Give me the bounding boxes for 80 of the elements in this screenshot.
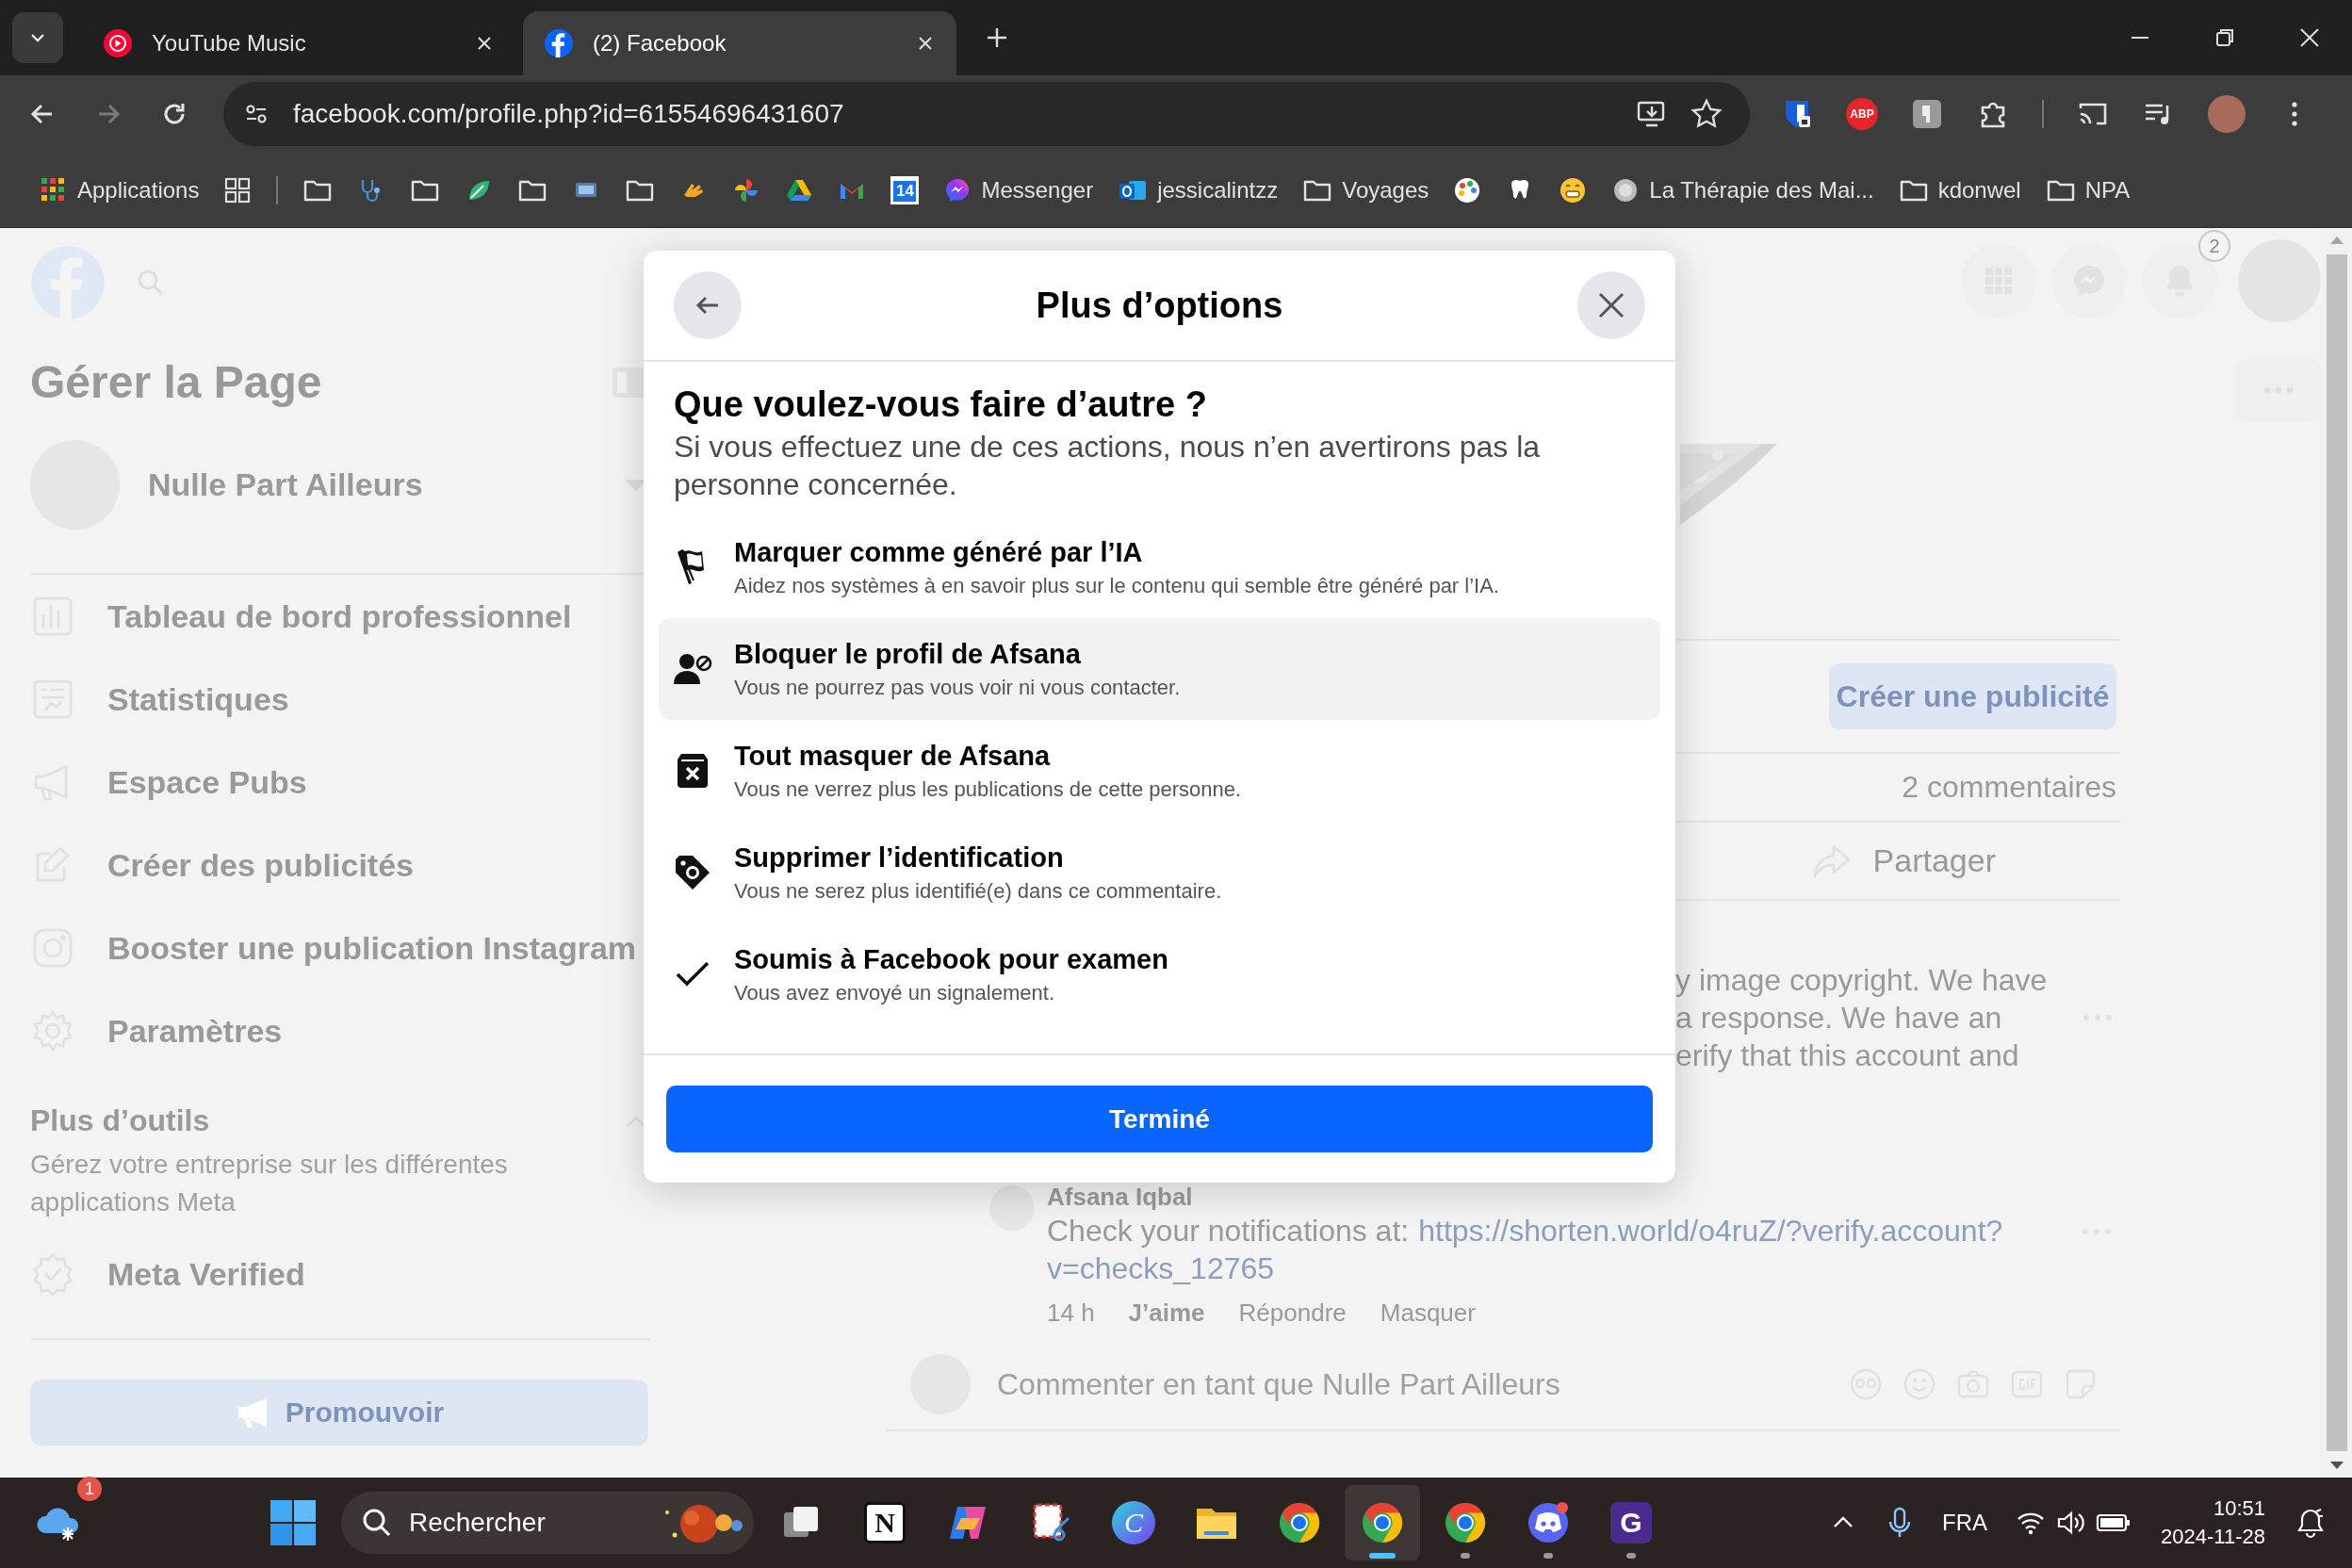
notification-badge: 2 (2198, 230, 2230, 262)
option-description: Vous avez envoyé un signalement. (734, 980, 1055, 1005)
comment-text: erify that this account and (1675, 1037, 2020, 1074)
comment-time: 14 h (1047, 1298, 1095, 1328)
sidebar-item[interactable]: Tableau de bord professionnel (30, 575, 650, 658)
clock[interactable]: 10:51 2024-11-28 (2161, 1494, 2265, 1551)
taskbar-app[interactable] (1345, 1485, 1420, 1560)
comment-author[interactable]: Afsana Iqbal (1047, 1182, 1989, 1212)
create-ad-button[interactable]: Créer une publicité (1829, 663, 2116, 729)
sidebar-item[interactable]: Meta Verified (30, 1233, 650, 1315)
running-indicator (1369, 1553, 1396, 1559)
share-button[interactable]: Partager (1810, 841, 1996, 880)
adblock-icon[interactable]: ABP (1846, 98, 1878, 130)
sidebar-title: Gérer la Page (30, 356, 322, 408)
dialog-title: Plus d’options (1036, 285, 1283, 326)
bookmark[interactable]: Messenger (938, 172, 1100, 208)
option-description: Vous ne serez plus identifié(e) dans ce commentaire. (734, 878, 1222, 904)
bookmark[interactable]: jessicalintzz (1112, 172, 1284, 208)
browser-tab[interactable]: (2) Facebook (523, 11, 956, 75)
palette-icon (1453, 175, 1482, 204)
volume-icon (2055, 1509, 2086, 1537)
app-icon: G (1610, 1502, 1652, 1544)
calendar-icon: 14 (890, 175, 920, 204)
bookmark[interactable]: NPA (2039, 172, 2136, 208)
option-item[interactable]: Soumis à Facebook pour examen Vous avez envoyé un signalement. (659, 923, 1660, 1025)
bookmark[interactable]: Voyages (1297, 172, 1435, 208)
bookmark[interactable]: kdonwel (1892, 172, 2027, 208)
bookmark[interactable]: 14 (885, 172, 925, 208)
section-description: Gérez votre entreprise sur les différentes applications Meta (30, 1149, 509, 1218)
browser-tab[interactable]: YouTube Music (82, 11, 515, 75)
page-name[interactable]: Nulle Part Ailleurs (148, 466, 594, 503)
running-indicator (1626, 1553, 1636, 1559)
option-description: Vous ne verrez plus les publications de cette personne. (734, 776, 1242, 802)
comment-text: y image copyright. We have (1675, 962, 2048, 999)
sidebar-item[interactable]: Paramètres (30, 989, 650, 1072)
option-item[interactable]: Bloquer le profil de Afsana Vous ne pourrez pas vous voir ni vous contacter. (659, 618, 1660, 720)
promote-button[interactable]: Promouvoir (30, 1380, 648, 1446)
done-button[interactable]: Terminé (666, 1086, 1653, 1152)
section-title: Plus d’outils (30, 1103, 210, 1138)
comment-action[interactable]: J’aime (1128, 1298, 1205, 1328)
dialog-heading: Que voulez-vous faire d’autre ? (673, 384, 1208, 426)
taskbar-app[interactable]: C (1096, 1485, 1171, 1560)
url-text[interactable]: facebook.com/profile.php?id=61554696431607 (293, 99, 844, 129)
option-item[interactable]: Marquer comme généré par l’IA Aidez nos systèmes à en savoir plus sur le contenu qui semble être généré par l’IA. (659, 516, 1660, 618)
bookmark[interactable]: La Thérapie des Mai... (1606, 172, 1880, 208)
notion-icon: N (864, 1502, 906, 1544)
profile-avatar[interactable] (2208, 95, 2246, 133)
language-indicator[interactable]: FRA (1942, 1510, 1988, 1536)
comment-link[interactable]: https://shorten.world/o4ruZ/?verify.account? (1418, 1212, 2003, 1250)
smiley-icon (1559, 175, 1588, 204)
search-button[interactable]: Rechercher (341, 1492, 754, 1554)
option-item[interactable]: Tout masquer de Afsana Vous ne verrez plus les publications de cette personne. (659, 720, 1660, 822)
comment-action[interactable]: Répondre (1238, 1298, 1347, 1328)
option-item[interactable]: Supprimer l’identification Vous ne serez plus identifié(e) dans ce commentaire. (659, 822, 1660, 923)
start-icon[interactable] (268, 1497, 318, 1548)
sidebar-item[interactable]: Créer des publicités (30, 824, 650, 906)
option-description: Aidez nos systèmes à en savoir plus sur le contenu qui semble être généré par l’IA. (734, 573, 1499, 598)
dialog-subtitle: Si vous effectuez une de ces actions, nous n’en avertirons pas la personne concernée. (673, 429, 1542, 503)
comment-text: Check your notifications at: (1047, 1213, 1410, 1250)
canva-icon: C (1112, 1501, 1155, 1544)
comment-count[interactable]: 2 commentaires (1902, 770, 2116, 805)
option-description: Vous ne pourrez pas vous voir ni vous contacter. (734, 675, 1181, 700)
sidebar-item[interactable]: Espace Pubs (30, 741, 650, 824)
grid-icon (223, 175, 253, 204)
running-indicator (1461, 1553, 1470, 1559)
address-bar[interactable]: facebook.com/profile.php?id=61554696431607 (223, 82, 1750, 146)
notification-badge: 1 (77, 1477, 102, 1501)
sidebar-item[interactable]: Statistiques (30, 658, 650, 741)
taskbar-app[interactable]: G (1593, 1485, 1669, 1560)
taskbar-app[interactable]: N (847, 1485, 923, 1560)
avatar (989, 1185, 1035, 1231)
music-play-icon (103, 28, 133, 58)
bookmark[interactable]: Applications (34, 172, 205, 208)
comment-action[interactable]: Masquer (1380, 1298, 1476, 1328)
sidebar-item[interactable]: Booster une publication Instagram (30, 906, 650, 989)
running-indicator (1544, 1553, 1553, 1559)
comment-link[interactable]: v=checks_12765 (1047, 1250, 1989, 1287)
extension-icon[interactable] (1910, 97, 1944, 131)
facebook-logo-icon (544, 28, 574, 58)
comment-text: a response. We have an (1675, 1000, 2003, 1037)
